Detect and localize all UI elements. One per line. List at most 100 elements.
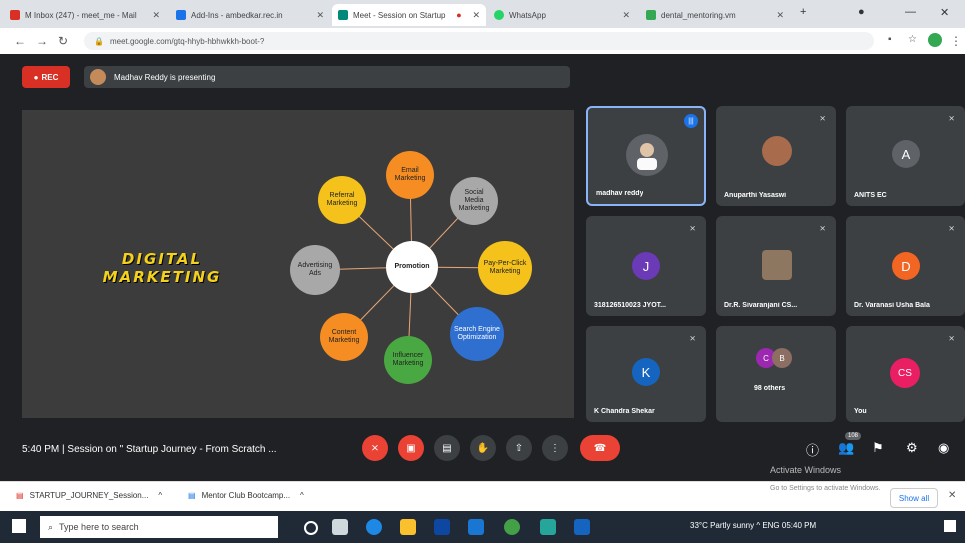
download-filename: STARTUP_JOURNEY_Session... bbox=[29, 491, 149, 500]
info-icon[interactable]: ⓘ bbox=[806, 440, 819, 459]
downloads-bar: ▤ STARTUP_JOURNEY_Session... ^ ▤ Mentor … bbox=[0, 481, 965, 512]
back-arrow-icon[interactable]: ← bbox=[14, 34, 26, 48]
mic-off-icon: ⨯ bbox=[819, 114, 826, 123]
recording-dot-icon: ● bbox=[456, 10, 462, 20]
participant-name: 98 others bbox=[754, 385, 786, 392]
close-icon[interactable]: ✕ bbox=[312, 10, 324, 21]
close-icon[interactable]: ✕ bbox=[618, 10, 630, 21]
participant-tile[interactable]: A ⨯ ANITS EC bbox=[846, 106, 965, 206]
forward-arrow-icon[interactable]: → bbox=[36, 34, 48, 48]
record-icon: ● bbox=[33, 72, 39, 82]
participant-tile[interactable]: ⨯ Dr.R. Sivaranjani CS... bbox=[716, 216, 836, 316]
self-tile[interactable]: CS ⨯ You bbox=[846, 326, 965, 422]
minimize-icon[interactable]: — bbox=[905, 6, 916, 18]
store-icon[interactable] bbox=[434, 519, 450, 535]
close-window-icon[interactable]: ✕ bbox=[940, 6, 949, 19]
tab-addins[interactable]: Add-Ins - ambedkar.rec.in ✕ bbox=[170, 4, 330, 26]
rec-indicator[interactable]: ● REC bbox=[22, 66, 70, 88]
download-item[interactable]: ▤ STARTUP_JOURNEY_Session... ^ bbox=[16, 491, 162, 500]
activities-icon[interactable]: ⚙ bbox=[906, 440, 918, 456]
camera-icon[interactable]: ▪ bbox=[888, 34, 892, 45]
system-tray[interactable]: 33°C Partly sunny ^ ENG 05:40 PM bbox=[690, 521, 816, 530]
participant-tile[interactable]: J ⨯ 318126510023 JYOT... bbox=[586, 216, 706, 316]
participant-name: K Chandra Shekar bbox=[594, 408, 655, 415]
browser-tab-strip: M Inbox (247) - meet_me - Mail ✕ Add-Ins… bbox=[0, 0, 965, 28]
close-icon[interactable]: ✕ bbox=[468, 10, 480, 21]
others-tile[interactable]: C B 98 others bbox=[716, 326, 836, 422]
node-email-marketing: Email Marketing bbox=[386, 151, 434, 199]
raise-hand-button[interactable]: ✋ bbox=[470, 435, 496, 461]
participant-avatar: D bbox=[892, 252, 920, 280]
slide-title-line2: MARKETING bbox=[102, 268, 222, 286]
mic-off-button[interactable]: ⨯ bbox=[362, 435, 388, 461]
participant-avatar: A bbox=[892, 140, 920, 168]
node-social-media: Social Media Marketing bbox=[450, 177, 498, 225]
chat-icon[interactable]: ⚑ bbox=[872, 440, 884, 456]
node-influencer: Influencer Marketing bbox=[384, 336, 432, 384]
participant-photo bbox=[762, 136, 792, 166]
taskbar-search-input[interactable]: ⌕ Type here to search bbox=[40, 516, 278, 538]
profile-dot-icon[interactable]: ● bbox=[858, 6, 865, 18]
self-avatar: CS bbox=[890, 358, 920, 388]
activate-windows-hint: Go to Settings to activate Windows. bbox=[770, 485, 881, 492]
mic-off-icon: ⨯ bbox=[689, 224, 696, 233]
node-referral: Referral Marketing bbox=[318, 176, 366, 224]
participant-photo bbox=[762, 250, 792, 280]
windows-taskbar: ⌕ Type here to search 33°C Partly sunny … bbox=[0, 511, 965, 543]
close-icon[interactable]: ✕ bbox=[948, 490, 956, 501]
menu-dots-icon[interactable]: ⋮ bbox=[950, 34, 962, 48]
participant-name: Dr.R. Sivaranjani CS... bbox=[724, 302, 798, 309]
app-icon[interactable] bbox=[540, 519, 556, 535]
node-pay-per-click: Pay-Per-Click Marketing bbox=[478, 241, 532, 295]
search-icon: ⌕ bbox=[48, 521, 54, 532]
edge-icon[interactable] bbox=[366, 519, 382, 535]
word-icon[interactable] bbox=[574, 519, 590, 535]
host-controls-icon[interactable]: ◉ bbox=[938, 440, 949, 456]
reload-icon[interactable]: ↻ bbox=[58, 34, 68, 48]
end-call-button[interactable]: ☎ bbox=[580, 435, 620, 461]
new-tab-button[interactable]: + bbox=[800, 6, 806, 18]
participant-tile[interactable]: D ⨯ Dr. Varanasi Usha Bala bbox=[846, 216, 965, 316]
captions-button[interactable]: ▤ bbox=[434, 435, 460, 461]
profile-avatar[interactable] bbox=[928, 33, 942, 47]
pdf-file-icon: ▤ bbox=[16, 491, 24, 500]
show-all-button[interactable]: Show all bbox=[890, 488, 938, 508]
windows-start-icon[interactable] bbox=[12, 519, 26, 533]
tab-whatsapp[interactable]: WhatsApp ✕ bbox=[488, 4, 636, 26]
presenting-label: Madhav Reddy is presenting bbox=[114, 72, 216, 82]
download-item[interactable]: ▤ Mentor Club Bootcamp... ^ bbox=[188, 491, 304, 500]
notifications-icon[interactable] bbox=[944, 520, 956, 532]
participant-photo bbox=[626, 134, 668, 176]
others-avatar: B bbox=[772, 348, 792, 368]
participant-tile[interactable]: K ⨯ K Chandra Shekar bbox=[586, 326, 706, 422]
mic-off-icon: ⨯ bbox=[948, 224, 955, 233]
participant-name: madhav reddy bbox=[596, 190, 644, 197]
tab-label: Add-Ins - ambedkar.rec.in bbox=[191, 10, 283, 20]
chevron-up-icon[interactable]: ^ bbox=[158, 491, 162, 500]
participant-tile[interactable]: ⨯ Anuparthi Yasaswi bbox=[716, 106, 836, 206]
chrome-icon[interactable] bbox=[504, 519, 520, 535]
presentation-slide: DIGITAL MARKETING Promotion Email Market… bbox=[22, 110, 574, 418]
present-button[interactable]: ⇧ bbox=[506, 435, 532, 461]
participant-tile[interactable]: ||| madhav reddy bbox=[586, 106, 706, 206]
mic-off-icon: ⨯ bbox=[819, 224, 826, 233]
tab-meet[interactable]: Meet - Session on Startup ● ✕ bbox=[332, 4, 486, 26]
more-options-button[interactable]: ⋮ bbox=[542, 435, 568, 461]
close-icon[interactable]: ✕ bbox=[148, 10, 160, 21]
people-icon[interactable]: 👥 bbox=[838, 440, 854, 456]
star-icon[interactable]: ☆ bbox=[908, 34, 917, 45]
tab-label: M Inbox (247) - meet_me - Mail bbox=[25, 10, 137, 20]
speaking-icon: ||| bbox=[684, 114, 698, 128]
cortana-icon[interactable] bbox=[304, 521, 318, 535]
activate-windows-watermark: Activate Windows bbox=[770, 465, 842, 475]
tab-dental[interactable]: dental_mentoring.vm ✕ bbox=[640, 4, 790, 26]
tab-inbox[interactable]: M Inbox (247) - meet_me - Mail ✕ bbox=[4, 4, 166, 26]
mail-icon[interactable] bbox=[468, 519, 484, 535]
tab-label: WhatsApp bbox=[509, 10, 546, 20]
chevron-up-icon[interactable]: ^ bbox=[300, 491, 304, 500]
close-icon[interactable]: ✕ bbox=[772, 10, 784, 21]
url-input[interactable]: 🔒 meet.google.com/gtq-hhyb-hbhwkkh-boot-… bbox=[84, 32, 874, 50]
task-view-icon[interactable] bbox=[332, 519, 348, 535]
file-explorer-icon[interactable] bbox=[400, 519, 416, 535]
camera-off-button[interactable]: ▣ bbox=[398, 435, 424, 461]
